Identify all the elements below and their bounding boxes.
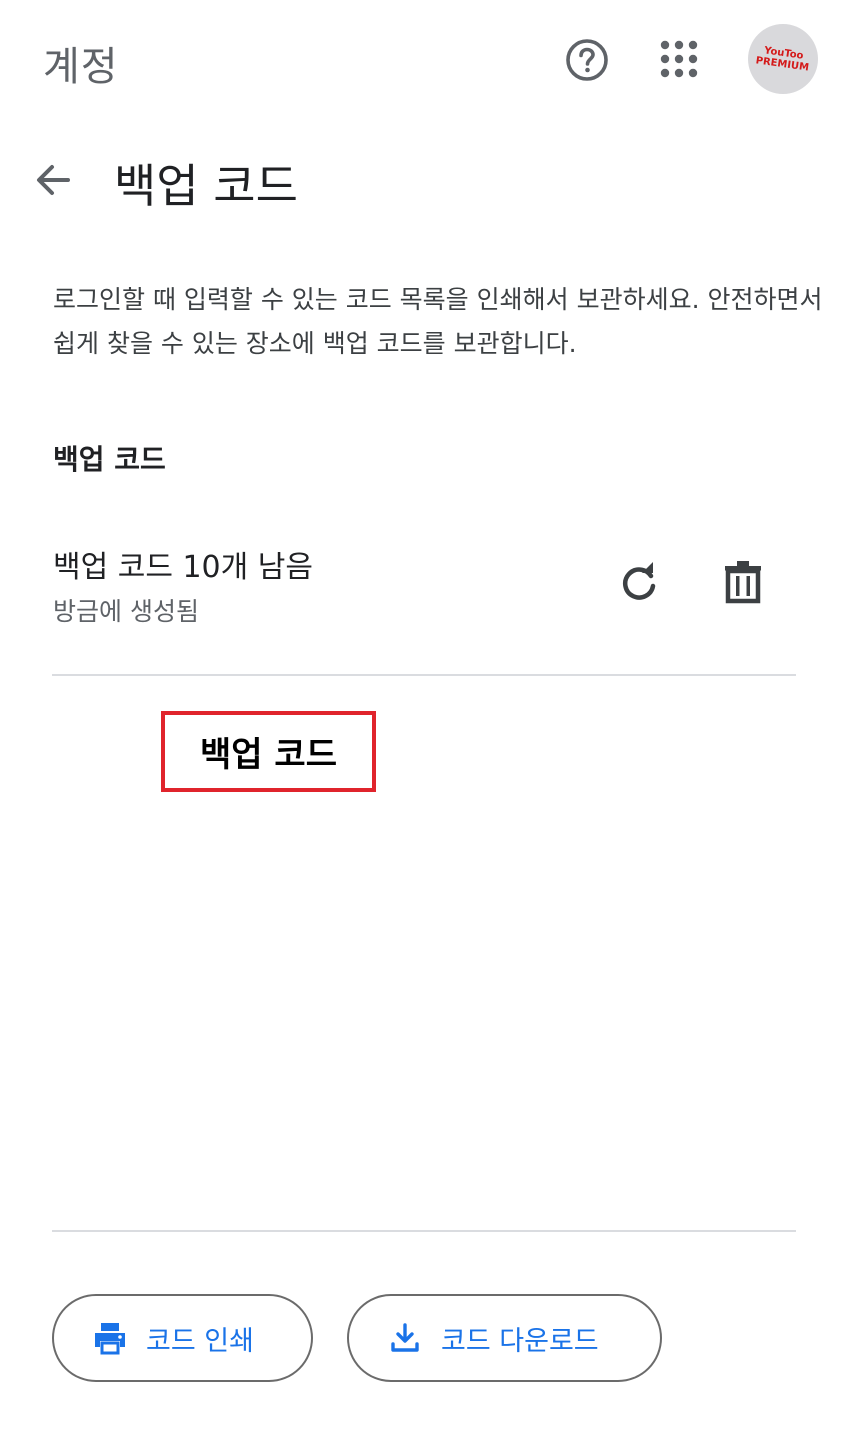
refresh-codes-button[interactable] [612,556,666,610]
apps-grid-icon [660,40,698,78]
print-codes-button[interactable]: 코드 인쇄 [52,1294,313,1382]
help-button[interactable] [563,36,611,84]
codes-remaining-text: 백업 코드 10개 남음 [53,550,313,585]
print-icon [95,1323,125,1355]
delete-codes-button[interactable] [716,556,770,610]
app-title: 계정 [43,44,119,90]
codes-overlay-label: 백업 코드 [200,735,337,775]
back-button[interactable] [28,154,78,204]
backup-codes-page: 계정 YouToo PREMIUM 백업 코드 로그인할 때 입력할 수 있는 … [0,0,848,1440]
apps-grid-button[interactable] [657,37,701,81]
avatar-logo-text: YouToo PREMIUM [754,45,810,74]
download-codes-button[interactable]: 코드 다운로드 [347,1294,662,1382]
arrow-left-icon [37,165,70,195]
top-app-bar: 계정 YouToo PREMIUM [0,0,848,120]
section-title: 백업 코드 [53,443,166,476]
codes-overlay-label-box: 백업 코드 [161,711,376,792]
download-icon [391,1323,419,1352]
divider [52,1230,796,1232]
refresh-icon [623,562,656,600]
page-title: 백업 코드 [114,159,298,213]
help-icon [566,39,608,81]
download-codes-label: 코드 다운로드 [441,1325,599,1357]
account-avatar[interactable]: YouToo PREMIUM [748,24,818,94]
trash-icon [725,561,761,604]
codes-generated-time: 방금에 생성됨 [53,597,199,626]
print-codes-label: 코드 인쇄 [146,1325,254,1357]
description-text: 로그인할 때 입력할 수 있는 코드 목록을 인쇄해서 보관하세요. 안전하면서… [53,285,823,358]
